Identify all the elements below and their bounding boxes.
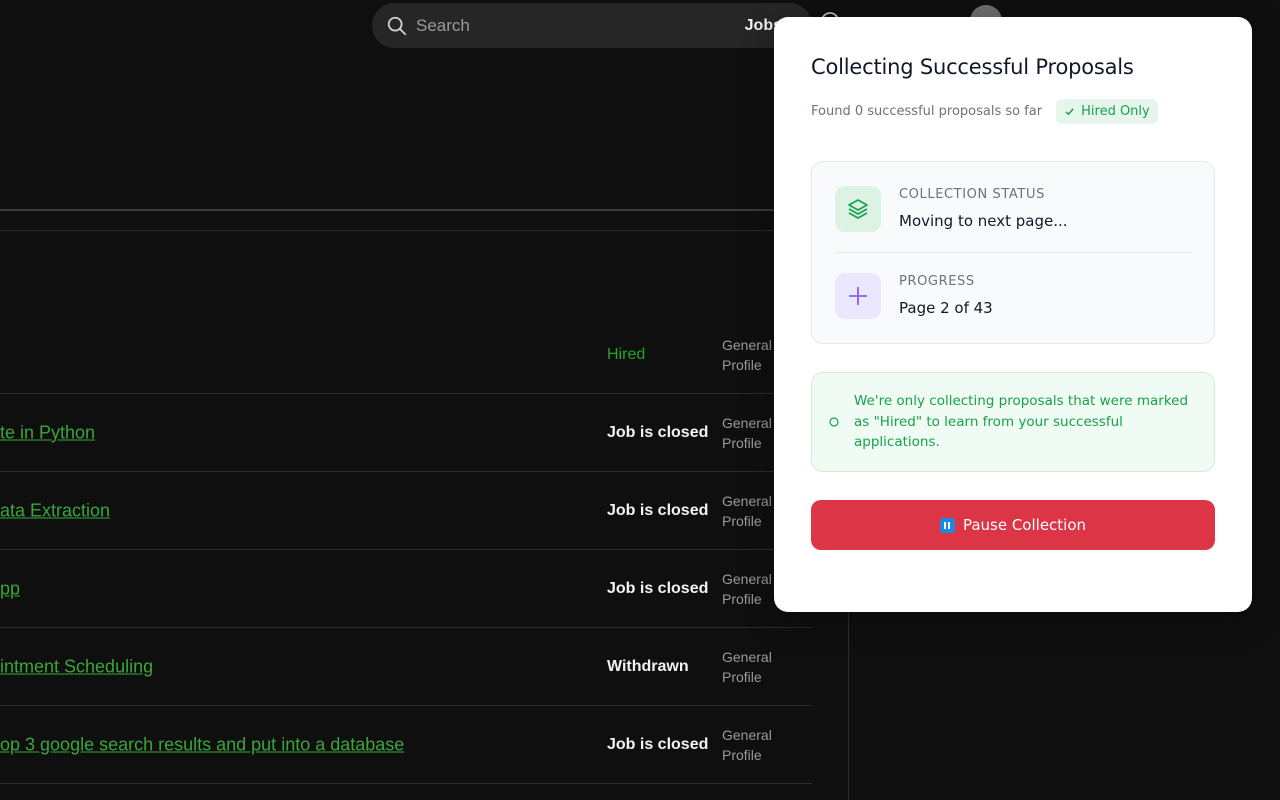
collection-popup: Collecting Successful Proposals Found 0 …: [774, 17, 1252, 612]
job-title-link[interactable]: op 3 google search results and put into …: [0, 734, 404, 755]
table-row: pp Job is closed General Profile: [0, 550, 812, 628]
pause-icon: [939, 517, 955, 533]
panel-divider: [848, 610, 849, 800]
profile-label: General Profile: [722, 570, 772, 607]
popup-title: Collecting Successful Proposals: [811, 55, 1134, 79]
section-divider: [0, 209, 812, 211]
status-badge: Job is closed: [607, 735, 709, 753]
progress-value: Page 2 of 43: [899, 299, 993, 317]
profile-label: General Profile: [722, 648, 772, 685]
proposals-list: Hired General Profile te in Python Job i…: [0, 316, 812, 784]
progress-status: PROGRESS Page 2 of 43: [835, 252, 1191, 319]
table-row: Hired General Profile: [0, 316, 812, 394]
job-title-link[interactable]: pp: [0, 578, 20, 599]
profile-label: General Profile: [722, 336, 772, 373]
info-message: We're only collecting proposals that wer…: [854, 393, 1189, 451]
search-icon: [387, 16, 407, 35]
job-title-link[interactable]: ata Extraction: [0, 500, 110, 521]
layers-icon: [848, 199, 868, 219]
section-divider: [0, 230, 812, 231]
collection-status: COLLECTION STATUS Moving to next page...: [835, 186, 1191, 232]
status-badge: Job is closed: [607, 579, 709, 597]
progress-label: PROGRESS: [899, 274, 975, 289]
status-badge: Job is closed: [607, 501, 709, 519]
plus-icon: [849, 287, 867, 305]
check-icon: [1065, 108, 1074, 116]
status-badge: Withdrawn: [607, 657, 689, 675]
profile-label: General Profile: [722, 726, 772, 763]
table-row: ata Extraction Job is closed General Pro…: [0, 472, 812, 550]
hired-only-badge: Hired Only: [1056, 99, 1158, 124]
search-input[interactable]: [416, 15, 745, 36]
status-badge: Hired: [607, 345, 646, 363]
table-row: te in Python Job is closed General Profi…: [0, 394, 812, 472]
info-message-box: We're only collecting proposals that wer…: [811, 372, 1215, 472]
pause-collection-button[interactable]: Pause Collection: [811, 500, 1215, 550]
collection-status-label: COLLECTION STATUS: [899, 187, 1045, 202]
app-page: Jobs Hired General Profile te in Python …: [0, 0, 1280, 800]
badge-label: Hired Only: [1081, 104, 1150, 119]
table-row: op 3 google search results and put into …: [0, 706, 812, 784]
status-badge: Job is closed: [607, 423, 709, 441]
circle-icon: [829, 417, 839, 427]
plus-icon-box: [835, 273, 881, 319]
table-row: intment Scheduling Withdrawn General Pro…: [0, 628, 812, 706]
status-card: COLLECTION STATUS Moving to next page...…: [811, 161, 1215, 344]
profile-label: General Profile: [722, 414, 772, 451]
found-count-text: Found 0 successful proposals so far: [811, 104, 1043, 119]
popup-subtitle: Found 0 successful proposals so far Hire…: [811, 99, 1215, 124]
layers-icon-box: [835, 186, 881, 232]
pause-button-label: Pause Collection: [962, 516, 1087, 534]
profile-label: General Profile: [722, 492, 772, 529]
search-bar[interactable]: Jobs: [372, 3, 812, 48]
job-title-link[interactable]: intment Scheduling: [0, 656, 153, 677]
collection-status-value: Moving to next page...: [899, 212, 1068, 230]
job-title-link[interactable]: te in Python: [0, 422, 95, 443]
